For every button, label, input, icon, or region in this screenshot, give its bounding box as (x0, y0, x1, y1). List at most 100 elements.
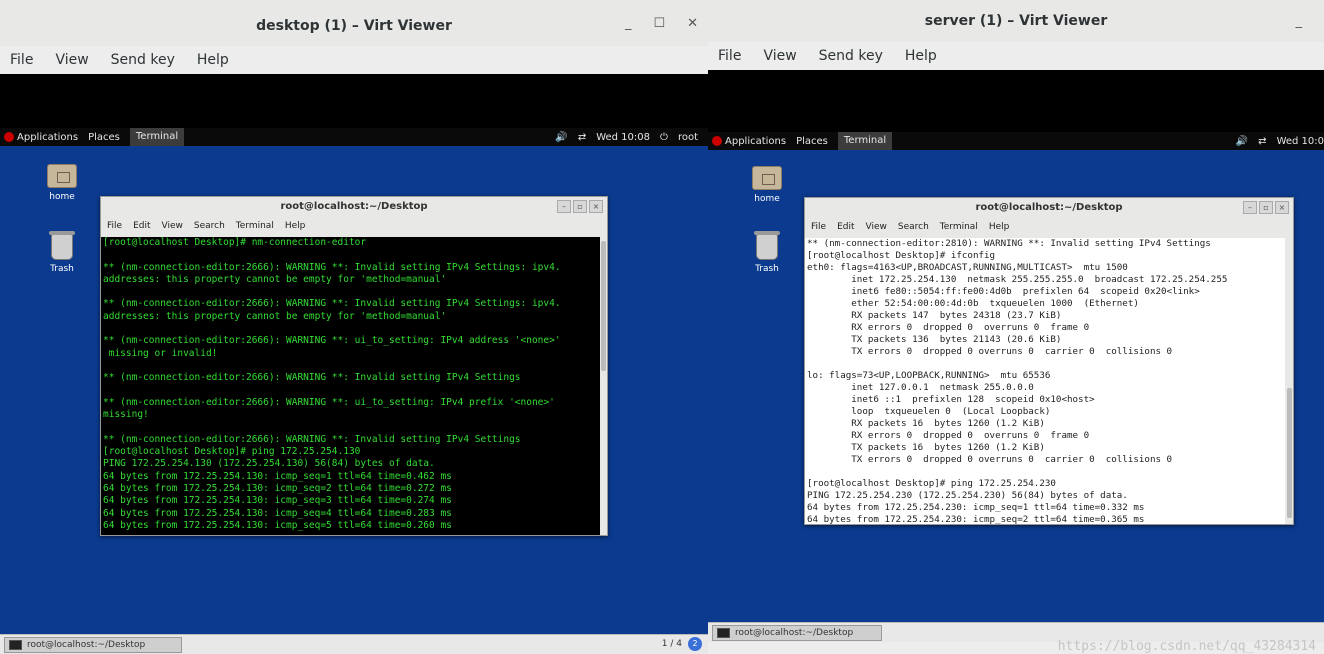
menu-send-key[interactable]: Send key (819, 42, 883, 70)
volume-icon[interactable]: 🔊 (1236, 136, 1248, 147)
menu-view[interactable]: View (55, 46, 88, 74)
minimize-icon[interactable]: – (1243, 201, 1257, 214)
menu-send-key[interactable]: Send key (111, 46, 175, 74)
terminal-line: missing or invalid! (103, 347, 218, 359)
viewer-menubar: File View Send key Help (708, 42, 1324, 70)
home-folder-icon (752, 166, 782, 190)
clock[interactable]: Wed 10:0 (1277, 136, 1324, 147)
window-controls: _ ☐ ✕ (625, 16, 698, 31)
term-menu-terminal[interactable]: Terminal (236, 217, 274, 235)
terminal-line: ** (nm-connection-editor:2666): WARNING … (103, 335, 561, 347)
maximize-icon[interactable]: ▫ (573, 200, 587, 213)
terminal-menubar: File Edit View Search Terminal Help (805, 218, 1293, 236)
terminal-output[interactable]: ** (nm-connection-editor:2810): WARNING … (805, 238, 1285, 524)
terminal-line: [root@localhost Desktop]# nm-connection-… (103, 237, 367, 248)
redhat-icon (712, 135, 722, 146)
terminal-line: missing! (103, 409, 149, 421)
terminal-line: ** (nm-connection-editor:2666): WARNING … (103, 261, 561, 273)
terminal-line: addresses: this property cannot be empty… (103, 310, 447, 322)
term-menu-file[interactable]: File (107, 217, 122, 235)
terminal-icon (717, 628, 730, 638)
terminal-line: TX packets 16 bytes 1260 (1.2 KiB) (807, 442, 1045, 453)
menu-view[interactable]: View (763, 42, 796, 70)
menu-help[interactable]: Help (197, 46, 229, 74)
trash-icon (754, 231, 780, 260)
terminal-line: PING 172.25.254.230 (172.25.254.230) 56(… (807, 490, 1128, 501)
term-menu-view[interactable]: View (162, 217, 183, 235)
network-icon[interactable]: ⇄ (578, 132, 586, 143)
desktop-icon-trash[interactable]: Trash (742, 231, 792, 274)
close-icon[interactable]: ✕ (687, 16, 698, 31)
workspace-pager[interactable]: 1 / 4 (662, 639, 682, 649)
close-icon[interactable]: × (1275, 201, 1289, 214)
term-menu-terminal[interactable]: Terminal (940, 218, 978, 236)
volume-icon[interactable]: 🔊 (555, 132, 567, 143)
menu-file[interactable]: File (10, 46, 33, 74)
terminal-line: 64 bytes from 172.25.254.130: icmp_seq=3… (103, 495, 452, 507)
terminal-menubar: File Edit View Search Terminal Help (101, 217, 607, 235)
desktop-icon-trash[interactable]: Trash (37, 231, 87, 274)
terminal-scrollbar[interactable] (601, 241, 606, 371)
term-menu-search[interactable]: Search (194, 217, 225, 235)
redhat-icon (4, 131, 14, 142)
terminal-output[interactable]: [root@localhost Desktop]# nm-connection-… (101, 237, 600, 535)
menu-help[interactable]: Help (905, 42, 937, 70)
desktop-icon-home[interactable]: home (37, 164, 87, 202)
applications-menu[interactable]: Applications (4, 131, 78, 143)
applications-menu[interactable]: Applications (712, 135, 786, 147)
terminal-window[interactable]: root@localhost:~/Desktop – ▫ × File Edit… (100, 196, 608, 536)
terminal-scrollbar[interactable] (1287, 388, 1292, 518)
terminal-line: 64 bytes from 172.25.254.130: icmp_seq=5… (103, 519, 452, 531)
taskbar-item-terminal[interactable]: root@localhost:~/Desktop (712, 625, 882, 641)
minimize-icon[interactable]: – (557, 200, 571, 213)
menu-file[interactable]: File (718, 42, 741, 70)
terminal-line: loop txqueuelen 0 (Local Loopback) (807, 406, 1051, 417)
desktop-area: home Trash root@localhost:~/Desktop – ▫ … (0, 146, 708, 634)
terminal-line: PING 172.25.254.130 (172.25.254.130) 56(… (103, 458, 435, 470)
term-menu-search[interactable]: Search (898, 218, 929, 236)
term-menu-view[interactable]: View (866, 218, 887, 236)
places-menu[interactable]: Places (796, 136, 828, 147)
desktop-icon-home[interactable]: home (742, 166, 792, 204)
terminal-app-menu[interactable]: Terminal (129, 128, 185, 146)
trash-icon (49, 231, 75, 260)
term-menu-help[interactable]: Help (989, 218, 1010, 236)
virt-viewer-desktop-window: desktop (1) – Virt Viewer _ ☐ ✕ File Vie… (0, 0, 708, 654)
network-icon[interactable]: ⇄ (1258, 136, 1266, 147)
viewer-menubar: File View Send key Help (0, 46, 708, 74)
term-menu-edit[interactable]: Edit (837, 218, 854, 236)
home-folder-icon (47, 164, 77, 188)
terminal-line: [root@localhost Desktop]# ping 172.25.25… (103, 446, 361, 458)
gnome-top-bar: Applications Places Terminal 🔊 ⇄ Wed 10:… (0, 128, 708, 146)
terminal-line: RX packets 16 bytes 1260 (1.2 KiB) (807, 418, 1045, 429)
maximize-icon[interactable]: ▫ (1259, 201, 1273, 214)
places-menu[interactable]: Places (88, 132, 120, 143)
taskbar-item-terminal[interactable]: root@localhost:~/Desktop (4, 637, 182, 653)
window-title: desktop (1) – Virt Viewer (0, 0, 708, 46)
minimize-icon[interactable]: _ (1296, 14, 1303, 29)
terminal-app-menu[interactable]: Terminal (837, 132, 893, 150)
terminal-icon (9, 640, 22, 650)
user-menu[interactable]: root (678, 132, 698, 143)
maximize-icon[interactable]: ☐ (653, 16, 665, 31)
terminal-title: root@localhost:~/Desktop (975, 202, 1123, 213)
terminal-line: TX errors 0 dropped 0 overruns 0 carrier… (807, 454, 1173, 465)
notification-badge[interactable]: 2 (688, 637, 702, 651)
close-icon[interactable]: × (589, 200, 603, 213)
virt-viewer-server-window: server (1) – Virt Viewer _ File View Sen… (708, 0, 1324, 654)
clock[interactable]: Wed 10:08 (596, 132, 650, 143)
terminal-title: root@localhost:~/Desktop (280, 201, 428, 212)
watermark: https://blog.csdn.net/qq_43284314 (1057, 639, 1316, 654)
minimize-icon[interactable]: _ (625, 16, 632, 31)
terminal-line: 64 bytes from 172.25.254.230: icmp_seq=1… (807, 502, 1145, 513)
power-icon[interactable]: ⏻ (660, 132, 668, 143)
terminal-line: 64 bytes from 172.25.254.130: icmp_seq=2… (103, 482, 452, 494)
term-menu-edit[interactable]: Edit (133, 217, 150, 235)
term-menu-file[interactable]: File (811, 218, 826, 236)
terminal-window[interactable]: root@localhost:~/Desktop – ▫ × File Edit… (804, 197, 1294, 525)
term-menu-help[interactable]: Help (285, 217, 306, 235)
terminal-line: inet6 fe80::5054:ff:fe00:4d0b prefixlen … (807, 286, 1200, 297)
